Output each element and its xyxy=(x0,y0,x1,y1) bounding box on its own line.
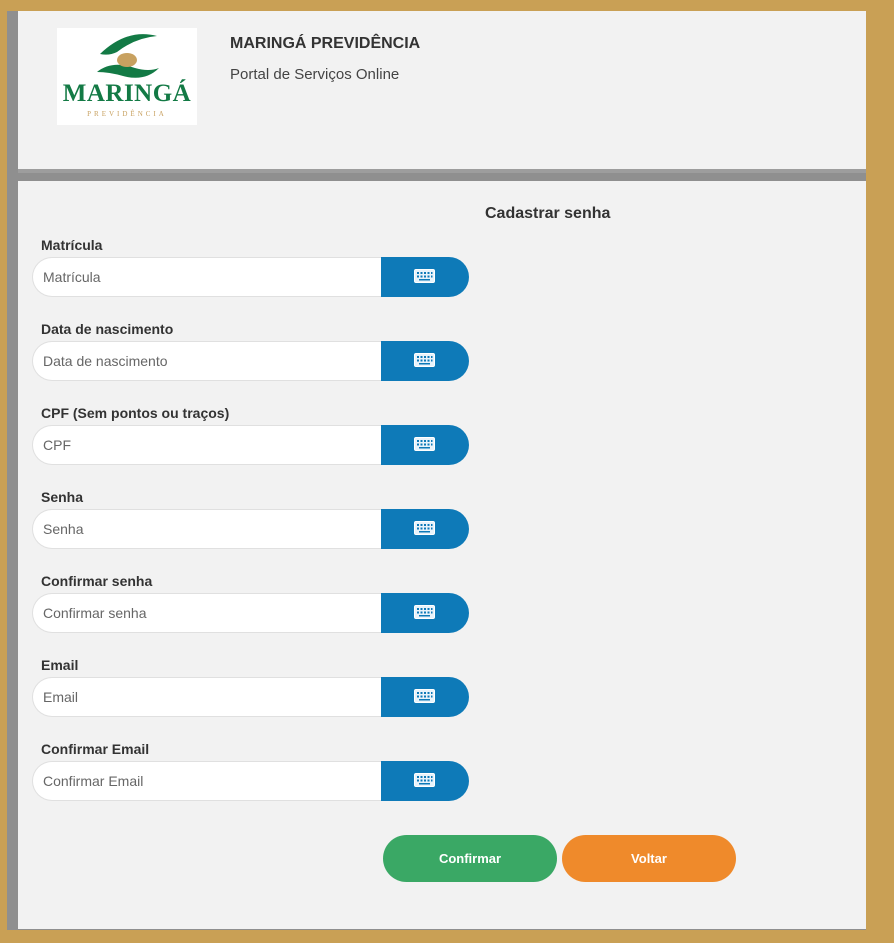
page-header: MARINGÁ PREVIDÊNCIA MARINGÁ PREVIDÊNCIA … xyxy=(18,11,866,173)
senha-field-group xyxy=(32,509,469,549)
confirmar-senha-input[interactable] xyxy=(32,593,392,633)
email-keyboard-button[interactable] xyxy=(381,677,469,717)
data-nascimento-label: Data de nascimento xyxy=(41,321,174,337)
matricula-field-group xyxy=(32,257,469,297)
cpf-field-group xyxy=(32,425,469,465)
confirmar-senha-field-group xyxy=(32,593,469,633)
keyboard-icon xyxy=(414,269,435,283)
data-nascimento-input[interactable] xyxy=(32,341,392,381)
cpf-label: CPF (Sem pontos ou traços) xyxy=(41,405,230,421)
confirmar-email-label: Confirmar Email xyxy=(41,741,150,757)
data-nascimento-field-group xyxy=(32,341,469,381)
keyboard-icon xyxy=(414,773,435,787)
senha-label: Senha xyxy=(41,489,84,505)
matricula-input[interactable] xyxy=(32,257,392,297)
cpf-keyboard-button[interactable] xyxy=(381,425,469,465)
data-nascimento-keyboard-button[interactable] xyxy=(381,341,469,381)
keyboard-icon xyxy=(414,521,435,535)
confirmar-email-keyboard-button[interactable] xyxy=(381,761,469,801)
confirmar-email-input[interactable] xyxy=(32,761,392,801)
logo-wordmark: MARINGÁ xyxy=(62,80,192,107)
back-button[interactable]: Voltar xyxy=(562,835,736,882)
senha-keyboard-button[interactable] xyxy=(381,509,469,549)
keyboard-icon xyxy=(414,689,435,703)
matricula-label: Matrícula xyxy=(41,237,103,253)
keyboard-icon xyxy=(414,353,435,367)
page-title: Cadastrar senha xyxy=(485,205,611,222)
confirmar-senha-label: Confirmar senha xyxy=(41,573,153,589)
senha-input[interactable] xyxy=(32,509,392,549)
logo-subtext: PREVIDÊNCIA xyxy=(87,110,167,118)
confirmar-senha-keyboard-button[interactable] xyxy=(381,593,469,633)
app-subtitle: Portal de Serviços Online xyxy=(230,66,400,83)
confirm-button[interactable]: Confirmar xyxy=(383,835,557,882)
email-field-group xyxy=(32,677,469,717)
keyboard-icon xyxy=(414,437,435,451)
matricula-keyboard-button[interactable] xyxy=(381,257,469,297)
confirmar-email-field-group xyxy=(32,761,469,801)
logo-emblem-icon xyxy=(97,34,159,78)
app-title: MARINGÁ PREVIDÊNCIA xyxy=(230,35,421,52)
keyboard-icon xyxy=(414,605,435,619)
email-label: Email xyxy=(41,657,79,673)
registration-panel: Cadastrar senha Matrícula Data de nascim… xyxy=(18,181,866,929)
cpf-input[interactable] xyxy=(32,425,392,465)
maringa-previdencia-logo: MARINGÁ PREVIDÊNCIA xyxy=(57,28,197,125)
email-input[interactable] xyxy=(32,677,392,717)
